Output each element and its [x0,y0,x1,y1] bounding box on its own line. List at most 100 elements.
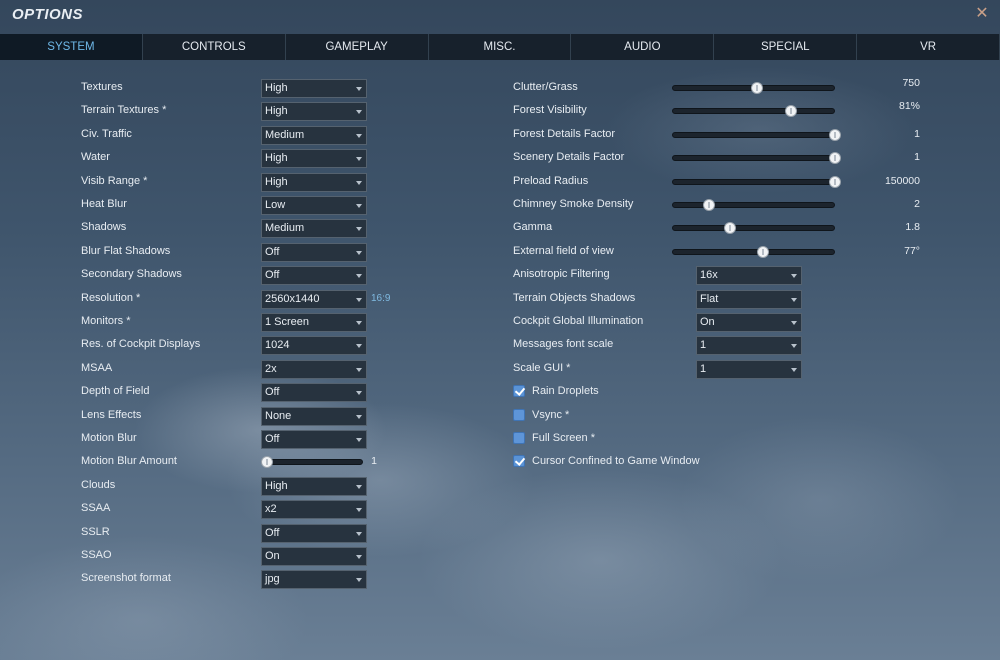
chevron-down-icon [356,531,362,536]
cockpit-global-illumination-select[interactable]: On [696,313,802,332]
resolution-select[interactable]: 2560x1440 [261,289,367,309]
select-value: Off [265,269,280,282]
rain-droplets-checkbox[interactable] [513,385,525,398]
chevron-down-icon [356,110,362,115]
slider-value: 1 [914,151,920,164]
setting-row-res-of-cockpit-displays: Res. of Cockpit Displays 1024 [81,336,401,356]
select-value: 2x [265,362,277,375]
setting-row-visib-range: Visib Range * High [81,172,401,193]
slider-thumb[interactable] [750,82,763,94]
ssao-select[interactable]: On [261,547,367,566]
setting-row-clouds: Clouds High [81,476,401,497]
ssaa-select[interactable]: x2 [261,500,367,520]
setting-label: Res. of Cockpit Displays [81,338,201,351]
monitors-select[interactable]: 1 Screen [261,313,367,332]
screenshot-format-select[interactable]: jpg [261,570,367,590]
scale-gui-select[interactable]: 1 [696,359,802,379]
tab-controls[interactable]: CONTROLS [142,34,286,60]
civ-traffic-select[interactable]: Medium [261,125,367,145]
slider-thumb[interactable] [703,199,716,211]
cursor-confined-to-game-window-checkbox[interactable] [513,455,525,468]
visib-range-select[interactable]: High [261,172,367,192]
setting-label: Shadows [81,221,127,234]
slider-track [672,108,835,115]
slider-thumb[interactable] [261,456,273,469]
setting-label: Forest Visibility [513,104,587,117]
slider-track [672,131,835,138]
msaa-select[interactable]: 2x [261,359,367,379]
tab-audio[interactable]: AUDIO [571,34,715,60]
select-value: Flat [700,292,719,305]
setting-label: Scenery Details Factor [513,151,625,164]
setting-row-lens-effects: Lens Effects None [81,406,401,427]
res-of-cockpit-displays-select[interactable]: 1024 [261,336,367,356]
select-value: 1024 [265,339,290,352]
setting-label: SSAO [81,549,112,561]
setting-label: Lens Effects [81,408,142,421]
clouds-select[interactable]: High [261,476,367,496]
setting-label: Clouds [81,478,116,491]
motion-blur-select[interactable]: Off [261,430,367,449]
chevron-down-icon [356,157,362,162]
chevron-down-icon [356,297,362,302]
anisotropic-filtering-select[interactable]: 16x [696,266,802,286]
heat-blur-select[interactable]: Low [261,196,367,215]
setting-label: Cockpit Global Illumination [513,315,644,327]
close-icon[interactable]: ✕ [974,6,990,22]
setting-label: Textures [81,81,123,93]
clutter-grass-slider[interactable] [672,79,835,98]
forest-visibility-slider[interactable] [672,102,835,121]
setting-label: Forest Details Factor [513,127,616,140]
slider-value: 750 [902,77,920,89]
chevron-down-icon [356,250,362,255]
slider-thumb[interactable] [829,175,841,188]
chevron-down-icon [791,274,797,279]
blur-flat-shadows-select[interactable]: Off [261,242,367,262]
shadows-select[interactable]: Medium [261,219,367,239]
setting-label: Preload Radius [513,174,589,187]
select-value: 1 [700,339,707,352]
chevron-down-icon [791,297,797,302]
setting-label: Terrain Textures * [81,104,167,117]
slider-track [672,202,835,208]
setting-label: Terrain Objects Shadows [513,291,636,304]
external-field-of-view-slider[interactable] [672,243,835,262]
slider-track [672,225,835,232]
sslr-select[interactable]: Off [261,523,367,543]
preload-radius-slider[interactable] [672,173,841,192]
terrain-textures-select[interactable]: High [261,102,367,122]
slider-thumb[interactable] [829,128,841,141]
setting-row-motion-blur: Motion Blur Off [81,430,401,450]
select-value: Off [265,386,280,399]
setting-row-ssao: SSAO On [81,547,401,567]
tab-system[interactable]: SYSTEM [0,34,143,60]
chimney-smoke-density-slider[interactable] [672,196,835,215]
depth-of-field-select[interactable]: Off [261,383,367,403]
slider-value: 1 [914,127,920,140]
secondary-shadows-select[interactable]: Off [261,266,367,286]
slider-thumb[interactable] [785,105,798,118]
terrain-objects-shadows-select[interactable]: Flat [696,289,802,309]
setting-row-civ-traffic: Civ. Traffic Medium [81,125,401,146]
select-value: High [265,479,288,492]
vsync-checkbox[interactable] [513,408,525,421]
water-select[interactable]: High [261,149,367,169]
setting-label: Heat Blur [81,198,127,210]
tab-bar: SYSTEM CONTROLS GAMEPLAY MISC. AUDIO SPECIAL V… [0,34,1000,60]
tab-misc[interactable]: MISC. [428,34,572,60]
slider-thumb[interactable] [829,152,841,165]
slider-value: 150000 [884,174,920,187]
tab-vr[interactable]: VR [857,34,1000,60]
full-screen-checkbox[interactable] [513,432,525,444]
messages-font-scale-select[interactable]: 1 [696,336,802,356]
lens-effects-select[interactable]: None [261,406,367,426]
tab-special[interactable]: SPECIAL [714,34,858,60]
gamma-slider[interactable] [672,219,835,238]
forest-details-factor-slider[interactable] [672,126,841,145]
slider-thumb[interactable] [756,245,769,258]
scenery-details-factor-slider[interactable] [672,149,841,168]
textures-select[interactable]: High [261,79,367,98]
chevron-down-icon [356,367,362,372]
tab-gameplay[interactable]: GAMEPLAY [285,34,429,60]
slider-thumb[interactable] [723,222,736,235]
